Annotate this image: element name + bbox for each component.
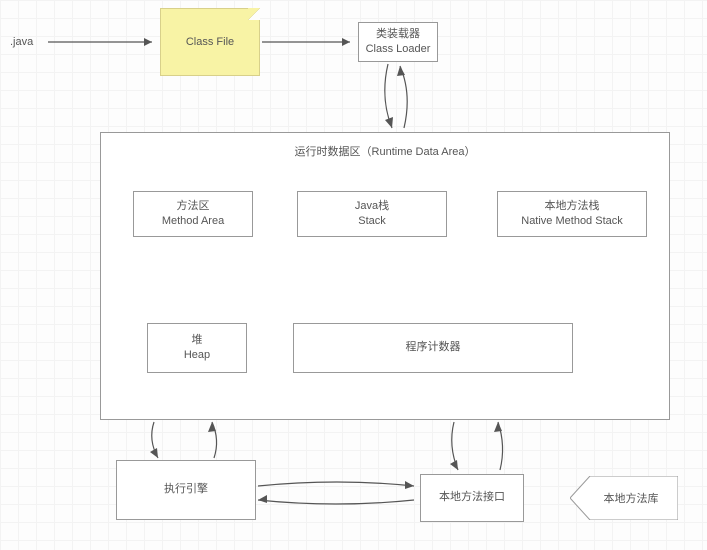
method-area-cn: 方法区 <box>177 199 210 214</box>
heap-box: 堆 Heap <box>147 323 247 373</box>
class-loader-cn: 类装载器 <box>376 27 420 42</box>
native-stack-box: 本地方法栈 Native Method Stack <box>497 191 647 237</box>
heap-en: Heap <box>184 348 210 363</box>
native-interface-box: 本地方法接口 <box>420 474 524 522</box>
native-interface-text: 本地方法接口 <box>439 490 505 505</box>
pc-register-box: 程序计数器 <box>293 323 573 373</box>
exec-engine-text: 执行引擎 <box>164 482 208 497</box>
runtime-data-area: 运行时数据区（Runtime Data Area） 方法区 Method Are… <box>100 132 670 420</box>
java-stack-en: Stack <box>358 214 386 229</box>
native-stack-cn: 本地方法栈 <box>545 199 600 214</box>
java-source-label: .java <box>10 36 33 48</box>
java-stack-box: Java栈 Stack <box>297 191 447 237</box>
runtime-area-title-text: 运行时数据区（Runtime Data Area） <box>295 146 476 158</box>
exec-engine-box: 执行引擎 <box>116 460 256 520</box>
native-stack-en: Native Method Stack <box>521 214 623 229</box>
java-source-text: .java <box>10 36 33 48</box>
method-area-box: 方法区 Method Area <box>133 191 253 237</box>
pc-register-text: 程序计数器 <box>406 340 461 355</box>
runtime-area-title: 运行时数据区（Runtime Data Area） <box>101 143 669 159</box>
class-file-text: Class File <box>186 36 234 48</box>
native-lib-arrow: 本地方法库 <box>570 476 678 520</box>
method-area-en: Method Area <box>162 214 224 229</box>
heap-cn: 堆 <box>192 333 203 348</box>
class-file-note: Class File <box>160 8 260 76</box>
class-loader-en: Class Loader <box>366 42 431 57</box>
native-lib-text: 本地方法库 <box>604 490 659 506</box>
java-stack-cn: Java栈 <box>355 199 389 214</box>
class-loader-box: 类装载器 Class Loader <box>358 22 438 62</box>
